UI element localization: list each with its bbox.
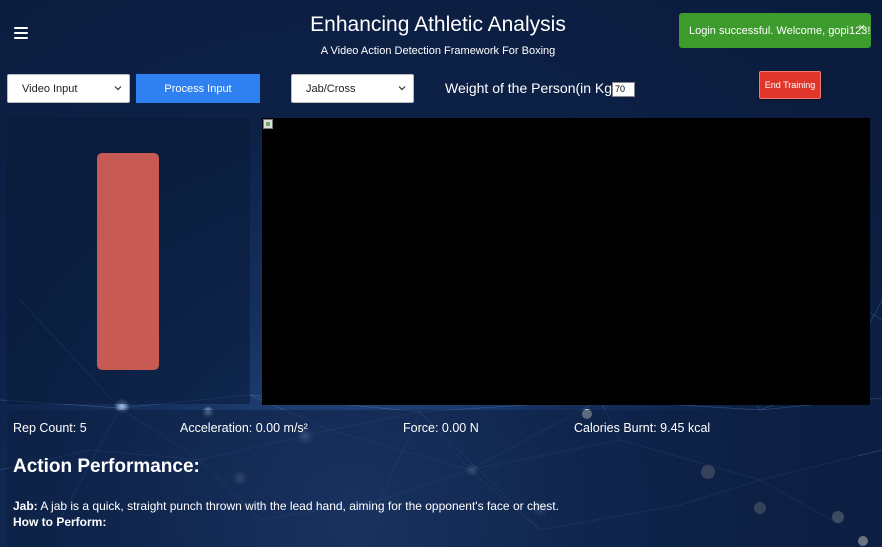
acceleration-readout: Acceleration: 0.00 m/s²	[180, 421, 308, 435]
action-type-select-value: Jab/Cross	[306, 82, 356, 95]
rep-count: Rep Count: 5	[13, 421, 87, 435]
weight-label: Weight of the Person(in Kgs):	[445, 80, 628, 96]
progress-bar-fill	[97, 153, 159, 370]
jab-term: Jab:	[13, 499, 38, 513]
video-display	[262, 118, 870, 405]
progress-bar-track	[97, 153, 159, 370]
weight-input[interactable]: 70	[612, 82, 635, 97]
action-performance-title: Action Performance:	[13, 456, 200, 477]
progress-panel	[7, 118, 250, 404]
process-input-button[interactable]: Process Input	[136, 74, 260, 103]
broken-image-icon	[263, 119, 273, 129]
jab-description: Jab: A jab is a quick, straight punch th…	[13, 499, 559, 513]
jab-description-text: A jab is a quick, straight punch thrown …	[37, 499, 559, 513]
force-readout: Force: 0.00 N	[403, 421, 479, 435]
chevron-down-icon	[114, 86, 122, 91]
input-type-select-value: Video Input	[22, 82, 78, 95]
input-type-select[interactable]: Video Input	[7, 74, 130, 103]
how-to-perform-heading: How to Perform:	[13, 515, 107, 529]
login-success-toast: Login successful. Welcome, gopi123! ×	[679, 13, 871, 48]
toast-message: Login successful. Welcome, gopi123!	[689, 24, 871, 37]
chevron-down-icon	[398, 86, 406, 91]
end-training-button[interactable]: End Training	[759, 71, 821, 99]
calories-readout: Calories Burnt: 9.45 kcal	[574, 421, 711, 435]
toast-close-icon[interactable]: ×	[859, 22, 865, 34]
action-type-select[interactable]: Jab/Cross	[291, 74, 414, 103]
stats-panel: Rep Count: 5 Acceleration: 0.00 m/s² For…	[7, 410, 858, 547]
